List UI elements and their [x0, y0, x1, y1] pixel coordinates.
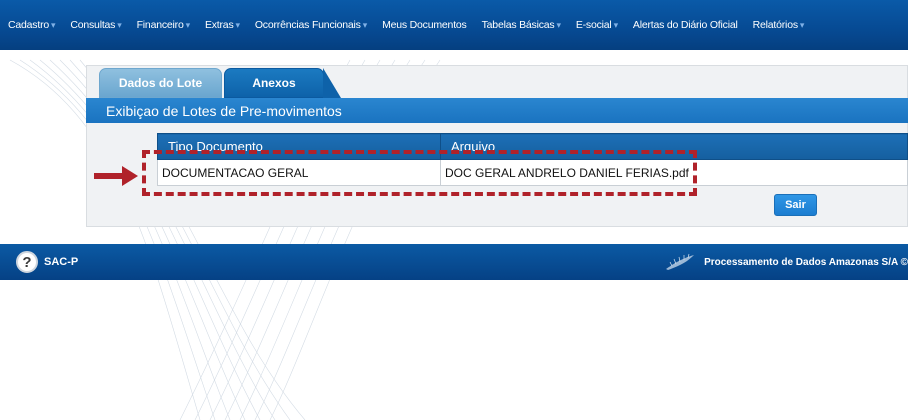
company-name: Processamento de Dados Amazonas S/A © [704, 256, 908, 268]
chevron-down-icon: ▾ [185, 19, 191, 30]
menu-item-ocorrencias-funcionais[interactable]: Ocorrências Funcionais ▾ [255, 19, 367, 31]
menu-item-label: Alertas do Diário Oficial [632, 19, 738, 31]
column-header-tipo-documento[interactable]: Tipo Documento [157, 133, 441, 160]
table-row[interactable]: DOCUMENTACAO GERAL DOC GERAL ANDRELO DAN… [157, 159, 908, 186]
menu-item-label: Ocorrências Funcionais [254, 19, 361, 31]
chevron-down-icon: ▾ [362, 19, 368, 30]
help-label[interactable]: SAC-P [44, 256, 78, 268]
menu-item-extras[interactable]: Extras ▾ [205, 19, 240, 31]
menu-item-label: E-social [575, 19, 612, 31]
menu-item-alertas-do-diario-oficial[interactable]: Alertas do Diário Oficial [633, 19, 738, 31]
menu-item-cadastro[interactable]: Cadastro ▾ [8, 19, 56, 31]
main-menu-bar: Cadastro ▾ Consultas ▾ Financeiro ▾ Extras ▾ Oco… [0, 0, 908, 50]
menu-item-label: Financeiro [136, 19, 184, 31]
menu-item-label: Relatórios [752, 19, 798, 31]
chevron-down-icon: ▾ [799, 19, 805, 30]
footer-bar: ? SAC-P Processamento de Dados Amazonas … [0, 244, 908, 280]
table-header-row: Tipo Documento Arquivo [157, 133, 908, 160]
help-link[interactable]: ? SAC-P [16, 251, 78, 273]
menu-item-label: Extras [204, 19, 234, 31]
cell-tipo-documento: DOCUMENTACAO GERAL [157, 159, 441, 186]
sair-button[interactable]: Sair [774, 194, 817, 216]
menu-item-relatorios[interactable]: Relatórios ▾ [753, 19, 805, 31]
chevron-down-icon: ▾ [117, 19, 122, 30]
company-credit: Processamento de Dados Amazonas S/A © [664, 253, 908, 271]
menu-item-label: Meus Documentos [382, 19, 467, 31]
menu-item-label: Tabelas Básicas [481, 19, 555, 31]
menu-item-e-social[interactable]: E-social ▾ [576, 19, 618, 31]
question-mark-icon[interactable]: ? [16, 251, 38, 273]
tab-dados-do-lote[interactable]: Dados do Lote [99, 68, 222, 98]
column-header-arquivo[interactable]: Arquivo [440, 133, 908, 160]
menu-item-meus-documentos[interactable]: Meus Documentos [382, 19, 467, 31]
menu-item-label: Cadastro [8, 19, 50, 31]
menu-item-tabelas-basicas[interactable]: Tabelas Básicas ▾ [482, 19, 561, 31]
chevron-down-icon: ▾ [613, 19, 619, 30]
feather-logo-icon [666, 253, 695, 270]
chevron-down-icon: ▾ [556, 19, 561, 30]
chevron-down-icon: ▾ [51, 19, 56, 30]
tab-anexos[interactable]: Anexos [224, 68, 341, 98]
menu-item-consultas[interactable]: Consultas ▾ [70, 19, 121, 31]
chevron-down-icon: ▾ [235, 19, 241, 30]
menu-item-label: Consultas [70, 19, 116, 31]
menu-item-financeiro[interactable]: Financeiro ▾ [136, 19, 191, 31]
cell-arquivo[interactable]: DOC GERAL ANDRELO DANIEL FERIAS.pdf [440, 159, 908, 186]
right-arrow-icon [94, 166, 138, 186]
section-title: Exibiçao de Lotes de Pre-movimentos [86, 98, 908, 123]
anexos-table: Tipo Documento Arquivo DOCUMENTACAO GERA… [157, 133, 908, 186]
